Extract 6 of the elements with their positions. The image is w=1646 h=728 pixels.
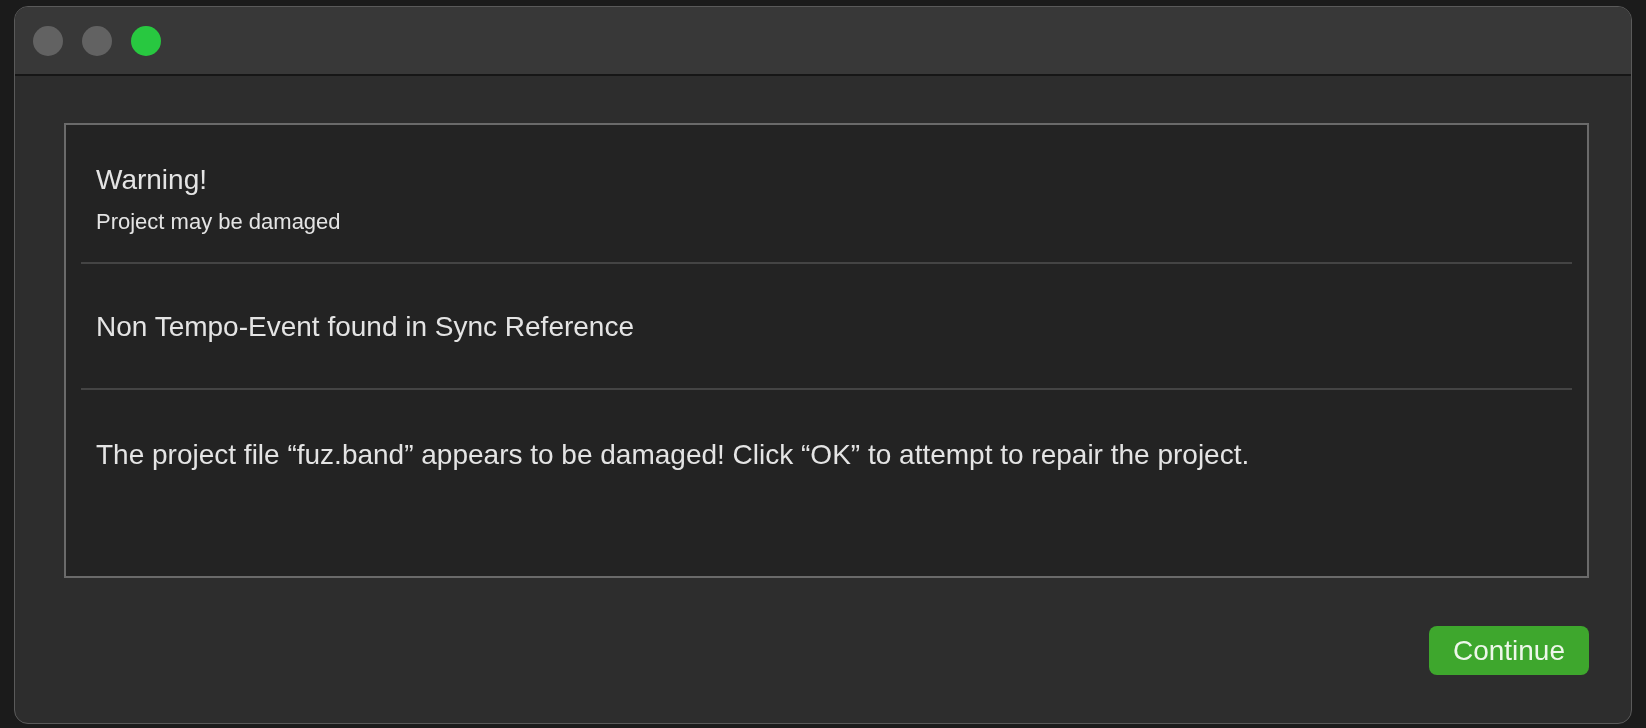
window-control[interactable] (131, 25, 161, 56)
alert-title: Warning! (96, 163, 208, 197)
continue-button[interactable]: Continue (1428, 626, 1589, 675)
alert-message: Non Tempo-Event found in Sync Reference (96, 309, 635, 344)
alert-subtitle: Project may be damaged (96, 207, 342, 236)
alert-message: The project file “fuz.band” appears to be damaged! Click “OK” to attempt to repair the project. (96, 437, 1251, 472)
